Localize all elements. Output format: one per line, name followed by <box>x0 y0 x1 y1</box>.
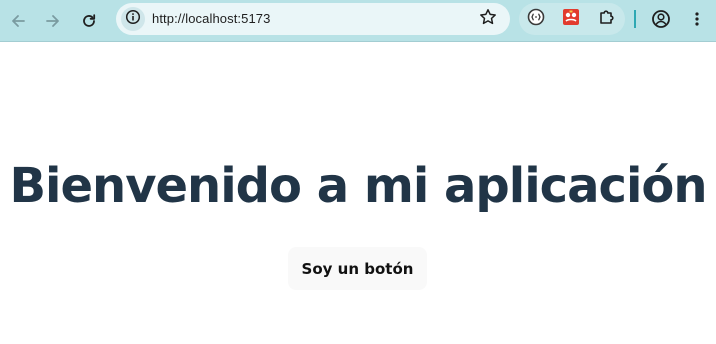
main-button[interactable]: Soy un botón <box>288 247 427 290</box>
profile-button[interactable] <box>646 6 676 36</box>
extensions-menu-button[interactable] <box>596 8 618 30</box>
url-text[interactable]: http://localhost:5173 <box>152 3 270 35</box>
page-title: Bienvenido a mi aplicación <box>9 158 707 214</box>
extension-button-1[interactable] <box>525 8 547 30</box>
browser-menu-button[interactable] <box>682 6 712 36</box>
extension-button-2[interactable] <box>560 8 582 30</box>
profile-icon <box>651 9 671 34</box>
forward-button[interactable] <box>38 6 68 36</box>
back-button[interactable] <box>3 6 33 36</box>
reload-button[interactable] <box>74 6 104 36</box>
puzzle-icon <box>598 8 616 31</box>
toolbar-divider <box>634 10 636 28</box>
page-content: Bienvenido a mi aplicación Soy un botón <box>0 43 716 344</box>
star-icon <box>479 8 497 31</box>
arrow-right-icon <box>45 13 61 29</box>
reload-icon <box>81 13 97 29</box>
site-info-button[interactable] <box>121 7 145 31</box>
arrow-left-icon <box>10 13 26 29</box>
tab-resize-extension-icon <box>527 8 545 31</box>
red-extension-icon <box>562 8 580 31</box>
kebab-menu-icon <box>689 11 705 32</box>
extensions-area <box>519 3 625 35</box>
bookmark-button[interactable] <box>478 8 498 31</box>
browser-toolbar: http://localhost:5173 <box>0 0 716 42</box>
info-icon <box>125 9 141 30</box>
address-bar[interactable]: http://localhost:5173 <box>116 3 510 35</box>
